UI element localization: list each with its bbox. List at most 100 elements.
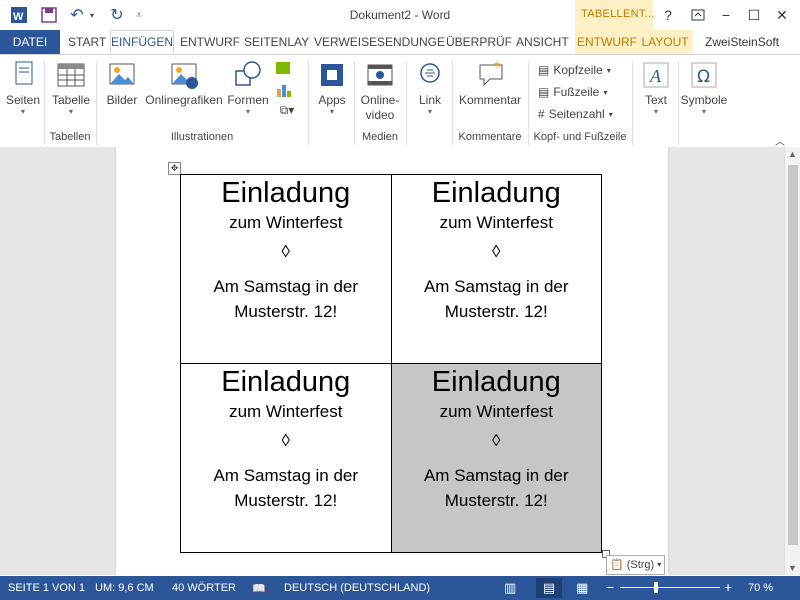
print-layout-icon[interactable]: ▤	[536, 578, 562, 598]
scroll-down-icon[interactable]: ▼	[788, 563, 797, 573]
smartart-button[interactable]	[272, 59, 296, 80]
paste-options-button[interactable]: 📋 (Strg) ▾	[606, 555, 666, 575]
invitation-card-selected[interactable]: Einladung zum Winterfest ◊ Am Samstag in…	[390, 363, 602, 553]
card-heading: Einladung	[221, 366, 351, 398]
tab-design[interactable]: ENTWURF	[180, 30, 240, 54]
status-page[interactable]: SEITE 1 VON 1	[8, 582, 85, 594]
zoom-slider-track[interactable]	[620, 587, 720, 588]
chart-button[interactable]	[272, 81, 296, 102]
card-subheading: zum Winterfest	[439, 402, 553, 421]
header-icon: ▤	[538, 63, 550, 77]
text-icon: A	[640, 59, 672, 91]
online-video-label-2: video	[365, 108, 395, 122]
shapes-icon	[232, 59, 264, 91]
tab-view[interactable]: ANSICHT	[516, 30, 569, 54]
group-comments-label: Kommentare	[458, 131, 522, 143]
scroll-up-icon[interactable]: ▲	[788, 149, 797, 159]
card-line2: Musterstr. 12!	[444, 302, 548, 321]
ribbon: Seiten ▾ Tabelle ▾ Tabellen Bilder Onlin…	[0, 54, 800, 148]
svg-text:Ω: Ω	[697, 67, 710, 87]
maximize-icon[interactable]: ☐	[742, 4, 766, 26]
comment-icon: ✶	[470, 58, 510, 91]
proofing-icon[interactable]: 📖	[252, 582, 266, 595]
invitation-card[interactable]: Einladung zum Winterfest ◊ Am Samstag in…	[390, 174, 602, 364]
collapse-ribbon-icon[interactable]: ︿	[775, 133, 785, 148]
table-button[interactable]: Tabelle ▾	[50, 59, 92, 116]
tab-review[interactable]: ÜBERPRÜF	[446, 30, 512, 54]
online-video-button[interactable]: Online- video	[358, 59, 402, 123]
help-button[interactable]: ?	[656, 4, 680, 26]
minimize-icon[interactable]: −	[714, 4, 738, 26]
paste-options-label: (Strg)	[626, 559, 655, 571]
text-button[interactable]: A Text ▾	[636, 59, 676, 116]
status-language[interactable]: DEUTSCH (DEUTSCHLAND)	[284, 582, 430, 594]
online-pictures-button[interactable]: Onlinegrafiken	[144, 59, 224, 107]
document-area: ✥ Einladung zum Winterfest ◊ Am Samstag …	[0, 147, 784, 575]
tab-references[interactable]: VERWEISE	[314, 30, 377, 54]
chart-icon	[272, 81, 296, 102]
online-pictures-icon	[168, 59, 200, 91]
card-line1: Am Samstag in der	[213, 466, 359, 485]
tab-insert[interactable]: EINFÜGEN	[110, 30, 174, 55]
shapes-button[interactable]: Formen ▾	[226, 59, 270, 116]
tab-table-layout[interactable]: LAYOUT	[637, 30, 693, 54]
zoom-level[interactable]: 70 %	[748, 582, 773, 594]
card-symbol: ◊	[492, 431, 501, 450]
card-line2: Musterstr. 12!	[234, 491, 338, 510]
card-text: Am Samstag in der Musterstr. 12!	[392, 463, 602, 513]
status-position[interactable]: UM: 9,6 CM	[95, 582, 154, 594]
page-number-button[interactable]: # Seitenzahl ▾	[538, 107, 613, 121]
title-bar: W ↶ ▾ ↻ ⩡ Dokument2 - Word TABELLENT... …	[0, 0, 800, 30]
tab-start[interactable]: START	[68, 30, 106, 54]
card-subheading: zum Winterfest	[229, 213, 343, 232]
apps-button[interactable]: Apps ▾	[312, 59, 352, 116]
group-header-footer-label: Kopf- und Fußzeile	[533, 131, 627, 143]
symbols-button[interactable]: Ω Symbole ▾	[680, 59, 728, 116]
page-number-icon: #	[538, 107, 545, 121]
comment-button[interactable]: ✶ Kommentar	[456, 58, 524, 107]
tab-file[interactable]: DATEI	[0, 30, 60, 54]
pages-button[interactable]: Seiten ▾	[4, 59, 42, 116]
user-name[interactable]: ZweiSteinSoft	[705, 30, 779, 54]
window-title: Dokument2 - Word	[349, 8, 451, 22]
online-video-label-1: Online-	[360, 93, 400, 107]
status-words[interactable]: 40 WÖRTER	[172, 582, 236, 594]
pictures-button[interactable]: Bilder	[102, 59, 142, 107]
pictures-icon	[106, 59, 138, 91]
shapes-label: Formen	[227, 93, 269, 107]
tab-table-design-label: ENTWURF	[577, 35, 637, 49]
group-tables-label: Tabellen	[49, 131, 91, 143]
link-button[interactable]: Link ▾	[410, 59, 450, 116]
table-icon	[55, 59, 87, 91]
scrollbar-thumb[interactable]	[788, 165, 798, 545]
read-mode-icon[interactable]: ▥	[504, 580, 516, 596]
card-text: Am Samstag in der Musterstr. 12!	[181, 463, 391, 513]
close-icon[interactable]: ✕	[770, 4, 794, 26]
card-subheading: zum Winterfest	[439, 213, 553, 232]
online-pictures-label: Onlinegrafiken	[145, 93, 223, 107]
tab-mailings[interactable]: SENDUNGE	[377, 30, 445, 54]
vertical-scrollbar[interactable]: ▲ ▼	[784, 147, 800, 575]
invitation-card[interactable]: Einladung zum Winterfest ◊ Am Samstag in…	[180, 174, 392, 364]
footer-button[interactable]: ▤ Fußzeile ▾	[538, 85, 607, 99]
invitation-card[interactable]: Einladung zum Winterfest ◊ Am Samstag in…	[180, 363, 392, 553]
ribbon-display-icon[interactable]	[686, 4, 710, 26]
table-tools-label: TABELLENT...	[581, 8, 655, 20]
zoom-in-icon[interactable]: +	[724, 579, 732, 595]
screenshot-button[interactable]: ⧉▾	[272, 103, 302, 118]
group-illustrations-label: Illustrationen	[170, 131, 234, 143]
tab-page-layout[interactable]: SEITENLAY	[244, 30, 309, 54]
screenshot-icon: ⧉▾	[279, 103, 295, 117]
card-heading: Einladung	[431, 366, 561, 398]
symbols-label: Symbole	[680, 93, 728, 107]
zoom-slider-thumb[interactable]	[654, 582, 658, 593]
web-layout-icon[interactable]: ▦	[576, 580, 588, 596]
zoom-out-icon[interactable]: −	[606, 579, 614, 595]
header-button[interactable]: ▤ Kopfzeile ▾	[538, 63, 611, 77]
card-heading: Einladung	[221, 177, 351, 209]
card-symbol: ◊	[281, 431, 290, 450]
clipboard-icon: 📋	[610, 559, 624, 571]
card-symbol: ◊	[492, 242, 501, 261]
card-symbol: ◊	[281, 242, 290, 261]
invitation-table[interactable]: Einladung zum Winterfest ◊ Am Samstag in…	[180, 174, 602, 553]
